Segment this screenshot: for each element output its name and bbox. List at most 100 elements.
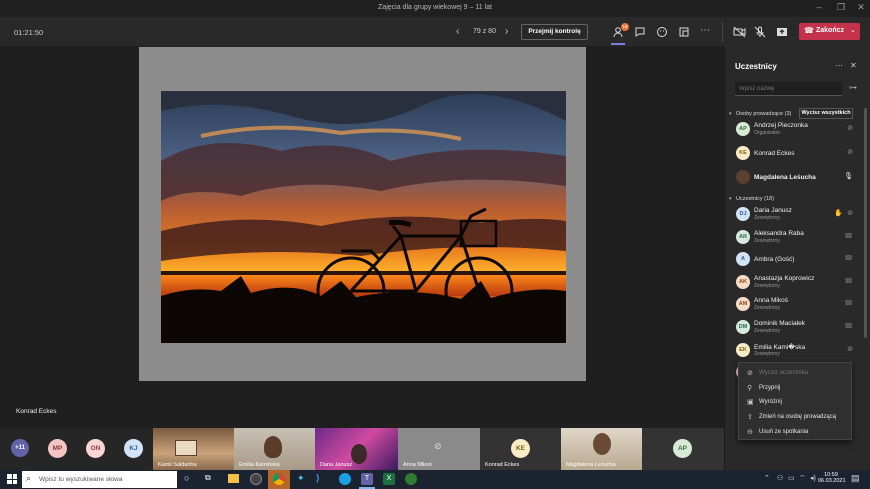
person-up-icon: ⇪ — [747, 414, 753, 422]
taskbar-clock[interactable]: 10:59 06.03.2021 — [818, 472, 846, 484]
participant-row[interactable]: DM Dominik Maciałek Zewnętrzny ☎ — [725, 317, 865, 339]
attendees-collapse-icon[interactable]: ▾ — [729, 196, 732, 202]
minimize-icon[interactable]: – — [812, 2, 826, 12]
video-tile[interactable]: Emilia Kamińska — [234, 428, 315, 470]
app-icon[interactable]: ✦ — [297, 473, 305, 484]
volume-icon[interactable]: ◂) — [810, 474, 816, 482]
more-participants-button[interactable]: +11 — [11, 439, 29, 457]
people-icon[interactable]: ⚇ — [777, 474, 783, 482]
windows-start-icon[interactable] — [7, 474, 17, 484]
call-icon[interactable]: ☎ — [844, 322, 853, 330]
participant-name: Konrad Eckes — [754, 150, 795, 157]
microphone-icon[interactable]: 🎙 — [844, 172, 853, 180]
video-tile-name: Kamil Saldanha — [158, 462, 197, 468]
network-icon[interactable]: ⌔ — [799, 474, 806, 483]
camera-off-icon[interactable] — [731, 24, 747, 40]
person-remove-icon: ⊖ — [747, 428, 753, 436]
participant-avatar: AR — [736, 229, 750, 244]
take-control-button[interactable]: Przejmij kontrolę — [521, 24, 588, 40]
action-center-icon[interactable]: ▤ — [851, 473, 860, 484]
participant-row[interactable]: KE Konrad Eckes ⊘ — [725, 143, 865, 165]
participant-row[interactable]: DJ Daria Janusz Zewnętrzny ⊘ ✋ — [725, 204, 865, 226]
app-icon[interactable] — [250, 473, 262, 485]
participant-row[interactable]: Magdalena Leśucha 🎙 — [725, 167, 865, 189]
maximize-icon[interactable]: ❐ — [834, 2, 848, 13]
raised-hand-icon: ✋ — [834, 210, 843, 217]
rooms-icon[interactable] — [676, 24, 692, 40]
vscode-icon[interactable]: ⟩ — [316, 473, 320, 484]
context-menu-item: ⊘ Wycisz uczestnika — [739, 366, 853, 380]
chat-icon[interactable] — [632, 24, 648, 40]
edge-icon[interactable] — [339, 473, 351, 485]
participant-row[interactable]: AM Anna Mikoś Zewnętrzny ☎ — [725, 294, 865, 316]
participant-role: Organizator — [754, 130, 781, 136]
reactions-icon[interactable] — [654, 24, 670, 40]
app-icon[interactable] — [405, 473, 417, 485]
mic-off-icon: ⊘ — [747, 370, 753, 377]
participant-avatar: EK — [736, 342, 750, 357]
previous-slide-icon[interactable]: ‹ — [456, 26, 459, 37]
next-slide-icon[interactable]: › — [505, 26, 508, 37]
participant-row[interactable]: EK Emilia Kami�ska Zewnętrzny ⊘ — [725, 340, 865, 362]
chrome-icon[interactable] — [273, 473, 285, 485]
video-tile-name: Magdalena Leśucha — [566, 462, 616, 468]
more-options-icon[interactable]: ⋯ — [700, 25, 710, 36]
task-view-icon[interactable]: ⧉ — [205, 473, 211, 483]
video-tile[interactable]: Magdalena Leśucha — [561, 428, 642, 470]
battery-icon[interactable]: ▭ — [788, 474, 795, 482]
participant-search-input[interactable] — [735, 82, 842, 96]
microphone-muted-icon[interactable]: ⊘ — [847, 209, 853, 217]
file-explorer-icon[interactable] — [228, 474, 239, 483]
participant-role: Zewnętrzny — [754, 237, 780, 244]
leave-button[interactable]: ☎ Zakończ ⌄ — [799, 23, 860, 40]
microphone-muted-icon[interactable]: ⊘ — [847, 345, 853, 353]
call-icon[interactable]: ☎ — [844, 232, 853, 240]
participant-name: Magdalena Leśucha — [754, 174, 816, 181]
share-invite-icon[interactable]: ⊶ — [849, 83, 857, 92]
microphone-muted-icon[interactable]: ⊘ — [847, 148, 853, 156]
call-icon[interactable]: ☎ — [844, 254, 853, 262]
close-window-icon[interactable]: ✕ — [854, 2, 868, 13]
participant-name: Dominik Maciałek — [754, 320, 805, 327]
participant-row[interactable]: AK Anastazja Koprowicz Zewnętrzny ☎ — [725, 272, 865, 294]
call-icon[interactable]: ☎ — [844, 299, 853, 307]
notification-chevron-icon[interactable]: ⌃ — [764, 474, 770, 482]
context-menu-label: Usuń ze spotkania — [759, 428, 809, 435]
participant-avatar: DJ — [736, 207, 750, 221]
panel-more-icon[interactable]: ⋯ — [835, 61, 843, 70]
context-menu-item[interactable]: ⊖ Usuń ze spotkania — [739, 425, 853, 439]
panel-scrollbar[interactable] — [864, 108, 867, 338]
video-tile[interactable]: Kamil Saldanha — [153, 428, 234, 470]
share-screen-icon[interactable] — [774, 24, 790, 40]
close-panel-icon[interactable]: ✕ — [850, 61, 857, 70]
meeting-timer: 01:21:50 — [14, 28, 44, 37]
mute-all-button[interactable]: Wycisz wszystkich — [799, 108, 853, 119]
participant-avatar-on[interactable]: ON — [86, 439, 105, 458]
context-menu-item[interactable]: ⚲ Przypnij — [739, 381, 853, 395]
call-icon[interactable]: ☎ — [844, 277, 853, 285]
microphone-muted-icon[interactable]: ⊘ — [847, 124, 853, 132]
participant-role: Zewnętrzny — [754, 282, 780, 289]
participant-avatar-mp[interactable]: MP — [48, 439, 67, 458]
participant-avatar-kj[interactable]: KJ — [124, 439, 143, 458]
participant-row[interactable]: AP Andrzej Pieczonka Organizator ⊘ — [725, 119, 865, 141]
video-tile[interactable]: ⊘ Anna Mikoś — [398, 428, 480, 470]
leave-label: Zakończ — [816, 27, 845, 34]
participants-icon[interactable]: 18 — [611, 23, 629, 40]
participant-row[interactable]: AR Aleksandra Raba Zewnętrzny ☎ — [725, 227, 865, 249]
microphone-off-icon[interactable] — [752, 24, 768, 40]
slide-counter: 79 z 80 — [473, 28, 496, 35]
teams-icon[interactable]: T — [361, 473, 373, 485]
taskbar-search-box[interactable]: ⌕ Wpisz tu wyszukiwane słowa — [22, 471, 177, 488]
presenters-collapse-icon[interactable]: ▾ — [729, 111, 732, 117]
video-tile[interactable]: KE Konrad Eckes — [480, 428, 561, 470]
context-menu-item[interactable]: ▣ Wyróżnij — [739, 395, 853, 409]
context-menu-item[interactable]: ⇪ Zmień na osobę prowadzącą — [739, 410, 853, 424]
leave-dropdown-icon[interactable]: ⌄ — [850, 26, 856, 34]
cortana-icon[interactable]: ○ — [184, 473, 189, 483]
excel-icon[interactable]: X — [383, 473, 395, 485]
participant-avatar: DM — [736, 320, 750, 334]
video-tile[interactable]: AP — [642, 428, 724, 470]
participant-row[interactable]: A Ambra (Gość) ☎ — [725, 249, 865, 271]
video-tile[interactable]: Daria Janusz — [315, 428, 398, 470]
